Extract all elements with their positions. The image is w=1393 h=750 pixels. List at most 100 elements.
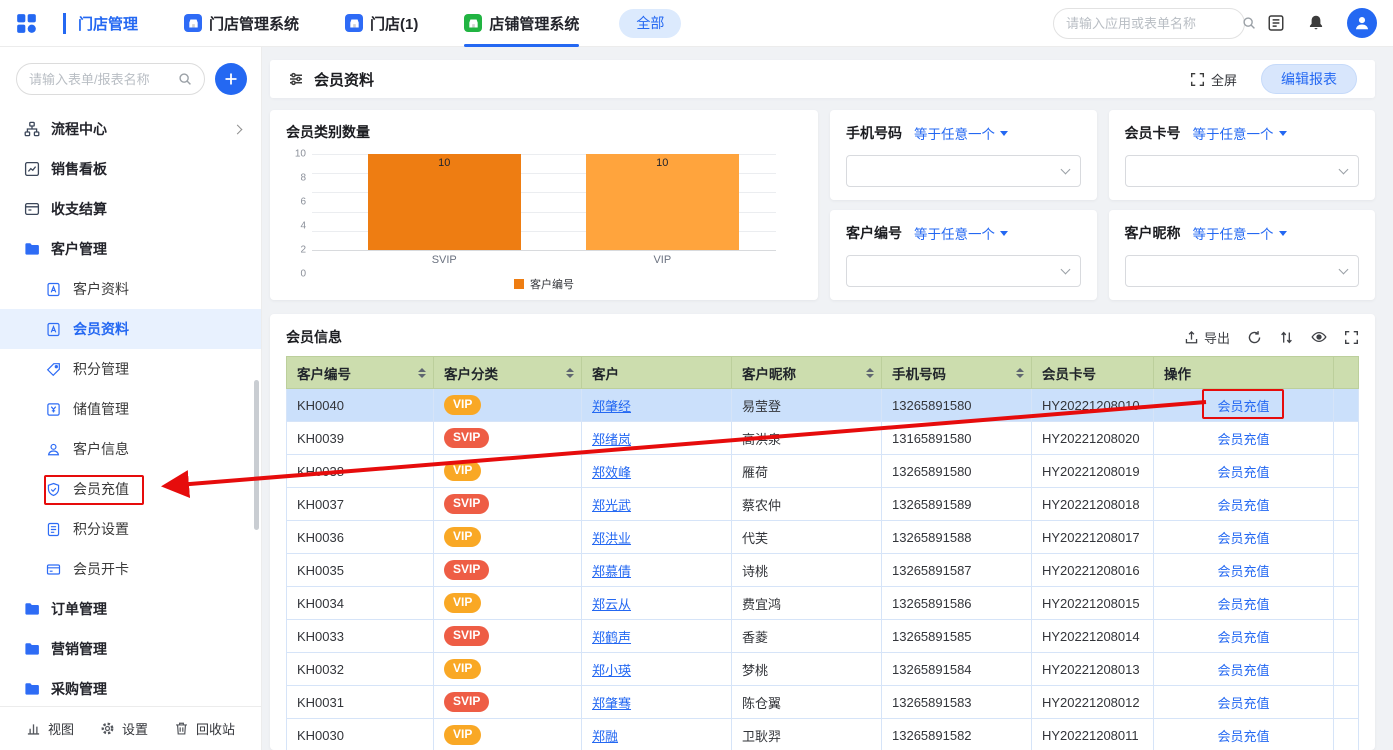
filter-value-select-member-card-no[interactable] bbox=[1125, 155, 1360, 187]
customer-link[interactable]: 郑洪业 bbox=[592, 531, 631, 546]
sidebar-item-stored-value-management[interactable]: 储值管理 bbox=[0, 389, 261, 429]
table-row[interactable]: KH0031 SVIP 郑肇骞 陈仓翼 13265891583 HY202212… bbox=[287, 686, 1359, 719]
table-tool-fullscreen[interactable] bbox=[1344, 330, 1359, 345]
sort-icon[interactable] bbox=[418, 368, 426, 378]
customer-link[interactable]: 郑肇骞 bbox=[592, 696, 631, 711]
table-row[interactable]: KH0037 SVIP 郑光武 蔡农仲 13265891589 HY202212… bbox=[287, 488, 1359, 521]
member-recharge-action-link[interactable]: 会员充值 bbox=[1217, 465, 1269, 480]
column-header-customer-category[interactable]: 客户分类 bbox=[434, 357, 582, 389]
member-recharge-action-link[interactable]: 会员充值 bbox=[1217, 729, 1269, 744]
sidebar-item-customer-info[interactable]: 客户信息 bbox=[0, 429, 261, 469]
sidebar-item-member-recharge[interactable]: 会员充值 bbox=[0, 469, 261, 509]
sort-icon[interactable] bbox=[866, 368, 874, 378]
filter-condition-dropdown[interactable]: 等于任意一个 bbox=[1193, 223, 1287, 243]
sidebar-item-income-expense-settlement[interactable]: 收支结算 bbox=[0, 189, 261, 229]
cell-customer-category: SVIP bbox=[434, 554, 582, 587]
table-row[interactable]: KH0036 VIP 郑洪业 代芙 13265891588 HY20221208… bbox=[287, 521, 1359, 554]
bell-icon[interactable] bbox=[1307, 14, 1325, 32]
avatar[interactable] bbox=[1347, 8, 1377, 38]
app-search-input[interactable] bbox=[1066, 16, 1242, 31]
table-row[interactable]: KH0038 VIP 郑效峰 雁荷 13265891580 HY20221208… bbox=[287, 455, 1359, 488]
chart-plot-area: 10 10 bbox=[312, 154, 776, 250]
footer-recycle-bin-button[interactable]: 回收站 bbox=[174, 719, 235, 738]
tab-store-management-system[interactable]: 门店管理系统 bbox=[184, 0, 299, 47]
tab-label: 门店(1) bbox=[370, 13, 418, 34]
column-header-phone-number[interactable]: 手机号码 bbox=[882, 357, 1032, 389]
sidebar-search-input[interactable] bbox=[29, 72, 178, 87]
customer-link[interactable]: 郑肇经 bbox=[592, 399, 631, 414]
all-apps-button[interactable]: 全部 bbox=[619, 9, 681, 38]
filter-condition-dropdown[interactable]: 等于任意一个 bbox=[914, 123, 1008, 143]
member-recharge-action-link[interactable]: 会员充值 bbox=[1217, 630, 1269, 645]
category-badge: SVIP bbox=[444, 560, 489, 579]
apps-grid-icon[interactable] bbox=[16, 13, 37, 34]
table-row[interactable]: KH0035 SVIP 郑慕倩 诗桃 13265891587 HY2022120… bbox=[287, 554, 1359, 587]
sidebar-item-points-management[interactable]: 积分管理 bbox=[0, 349, 261, 389]
table-tool-sort[interactable] bbox=[1279, 330, 1294, 345]
member-recharge-action-link[interactable]: 会员充值 bbox=[1217, 564, 1269, 579]
sidebar-item-sales-dashboard[interactable]: 销售看板 bbox=[0, 149, 261, 189]
add-form-button[interactable] bbox=[215, 63, 247, 95]
table-tool-refresh[interactable] bbox=[1247, 330, 1262, 345]
collapse-menu-icon[interactable] bbox=[288, 71, 304, 87]
sidebar-item-points-settings[interactable]: 积分设置 bbox=[0, 509, 261, 549]
table-tool-export[interactable]: 导出 bbox=[1184, 328, 1230, 347]
filter-value-select-customer-nickname[interactable] bbox=[1125, 255, 1360, 287]
member-recharge-action-link[interactable]: 会员充值 bbox=[1217, 432, 1269, 447]
sidebar-item-member-profile[interactable]: 会员资料 bbox=[0, 309, 261, 349]
app-search[interactable] bbox=[1053, 8, 1245, 39]
column-header-customer-nickname[interactable]: 客户昵称 bbox=[732, 357, 882, 389]
member-recharge-action-link[interactable]: 会员充值 bbox=[1217, 696, 1269, 711]
sidebar-scrollbar[interactable] bbox=[254, 380, 259, 530]
sidebar-item-customer-management[interactable]: 客户管理 bbox=[0, 229, 261, 269]
category-badge: VIP bbox=[444, 659, 481, 678]
customer-link[interactable]: 郑融 bbox=[592, 729, 618, 744]
customer-link[interactable]: 郑慕倩 bbox=[592, 564, 631, 579]
customer-link[interactable]: 郑小瑛 bbox=[592, 663, 631, 678]
sidebar-item-marketing-management[interactable]: 营销管理 bbox=[0, 629, 261, 669]
workspace-title[interactable]: 门店管理 bbox=[63, 13, 138, 34]
table-row[interactable]: KH0034 VIP 郑云从 费宜鸿 13265891586 HY2022120… bbox=[287, 587, 1359, 620]
sidebar-item-member-card-opening[interactable]: 会员开卡 bbox=[0, 549, 261, 589]
customer-link[interactable]: 郑云从 bbox=[592, 597, 631, 612]
member-recharge-action-link[interactable]: 会员充值 bbox=[1217, 399, 1269, 414]
y-tick-label: 4 bbox=[300, 221, 306, 232]
filter-value-select-customer-id[interactable] bbox=[846, 255, 1081, 287]
footer-settings-button[interactable]: 设置 bbox=[100, 719, 148, 738]
member-recharge-action-link[interactable]: 会员充值 bbox=[1217, 597, 1269, 612]
customer-link[interactable]: 郑光武 bbox=[592, 498, 631, 513]
table-row[interactable]: KH0040 VIP 郑肇经 易莹登 13265891580 HY2022120… bbox=[287, 389, 1359, 422]
sidebar-item-order-management[interactable]: 订单管理 bbox=[0, 589, 261, 629]
member-recharge-action-link[interactable]: 会员充值 bbox=[1217, 531, 1269, 546]
filter-condition-dropdown[interactable]: 等于任意一个 bbox=[914, 223, 1008, 243]
form-library-icon[interactable] bbox=[1267, 14, 1285, 32]
member-recharge-action-link[interactable]: 会员充值 bbox=[1217, 498, 1269, 513]
customer-link[interactable]: 郑鹤声 bbox=[592, 630, 631, 645]
table-row[interactable]: KH0030 VIP 郑融 卫耿羿 13265891582 HY20221208… bbox=[287, 719, 1359, 750]
table-row[interactable]: KH0032 VIP 郑小瑛 梦桃 13265891584 HY20221208… bbox=[287, 653, 1359, 686]
table-tool-eye[interactable] bbox=[1311, 329, 1327, 345]
table-row[interactable]: KH0033 SVIP 郑鹤声 香菱 13265891585 HY2022120… bbox=[287, 620, 1359, 653]
category-badge: VIP bbox=[444, 593, 481, 612]
filter-condition-dropdown[interactable]: 等于任意一个 bbox=[1193, 123, 1287, 143]
member-recharge-action-link[interactable]: 会员充值 bbox=[1217, 663, 1269, 678]
sidebar-item-process-center[interactable]: 流程中心 bbox=[0, 109, 261, 149]
sidebar-search[interactable] bbox=[16, 63, 205, 95]
tab-store-1[interactable]: 门店(1) bbox=[345, 0, 418, 47]
sort-icon[interactable] bbox=[566, 368, 574, 378]
customer-link[interactable]: 郑绪岚 bbox=[592, 432, 631, 447]
sort-icon[interactable] bbox=[1016, 368, 1024, 378]
sidebar-menu: 流程中心 销售看板 收支结算 客户管理 客户资料 会员资料 积分管理 储值管理 … bbox=[0, 109, 261, 709]
table-row[interactable]: KH0039 SVIP 郑绪岚 高洪泉 13165891580 HY202212… bbox=[287, 422, 1359, 455]
edit-report-button[interactable]: 编辑报表 bbox=[1261, 64, 1357, 94]
customer-link[interactable]: 郑效峰 bbox=[592, 465, 631, 480]
footer-views-button[interactable]: 视图 bbox=[26, 719, 74, 738]
cell-actions: 会员充值 bbox=[1154, 686, 1334, 719]
column-header-customer-id[interactable]: 客户编号 bbox=[287, 357, 434, 389]
sidebar-item-customer-profile[interactable]: 客户资料 bbox=[0, 269, 261, 309]
filter-value-select-phone-number[interactable] bbox=[846, 155, 1081, 187]
fullscreen-button[interactable]: 全屏 bbox=[1190, 70, 1237, 89]
sidebar-item-purchase-management[interactable]: 采购管理 bbox=[0, 669, 261, 709]
fullscreen-label: 全屏 bbox=[1211, 70, 1237, 89]
tab-shop-management-system[interactable]: 店铺管理系统 bbox=[464, 0, 579, 47]
